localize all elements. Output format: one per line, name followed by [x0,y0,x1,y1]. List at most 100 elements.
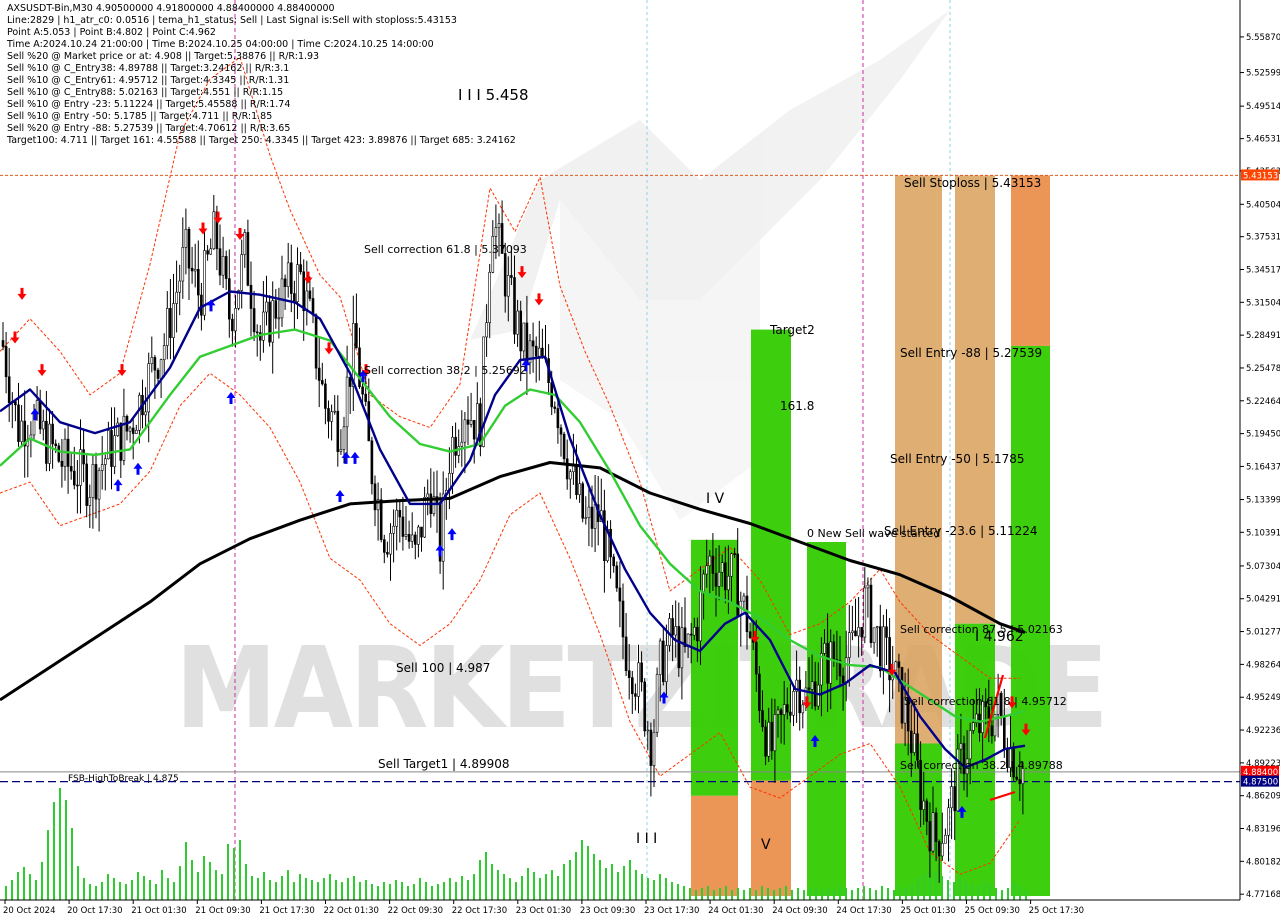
volume-bar [731,890,733,900]
candle-body [1,340,5,347]
volume-bar [953,882,955,900]
volume-bar [113,878,115,900]
candle-body [45,420,48,464]
volume-bar [881,886,883,900]
volume-bar [863,886,865,900]
candle-body [212,211,216,250]
sell-100-label: Sell 100 | 4.987 [396,661,490,675]
volume-bar [137,872,139,900]
candle-body [119,422,123,461]
volume-bar [923,874,925,900]
candle-body [854,630,857,637]
volume-bar [443,882,445,900]
candle-body [407,534,411,542]
volume-bar [935,872,937,900]
candle-body [646,729,650,732]
candle-body [652,731,656,766]
candle-body [692,626,696,636]
candle-body [169,308,172,338]
candle-body [537,347,541,357]
info-line-points: Point A:5.053 | Point B:4.802 | Point C:… [7,27,216,38]
candle-body [175,291,178,304]
volume-bar [917,878,919,900]
volume-bar [269,880,271,900]
candle-body [506,275,510,297]
volume-bar [905,888,907,900]
candle-body [770,721,774,752]
volume-bar [911,884,913,900]
candle-body [420,526,423,538]
candle-body [249,284,253,309]
volume-bar [617,872,619,900]
candle-body [792,691,795,716]
volume-bar [185,842,187,900]
candle-body [231,318,234,332]
volume-bar [149,880,151,900]
candle-body [779,709,783,716]
volume-bar [575,852,577,900]
volume-bar [143,876,145,900]
volume-bar [743,890,745,900]
y-tick-label: 5.16437 [1246,462,1280,472]
volume-bar [827,888,829,900]
volume-bar [245,864,247,900]
zone-9 [1011,175,1050,346]
candle-body [299,264,302,273]
target2-label: Target2 [769,323,815,337]
candle-body [782,704,786,716]
volume-bar [833,890,835,900]
candle-body [91,464,95,498]
volume-bar [479,860,481,900]
candle-body [184,228,188,248]
candle-body [379,499,383,540]
y-tick-label: 5.25478 [1246,364,1280,374]
candle-body [519,310,523,352]
candle-body [308,290,312,299]
volume-bar [671,882,673,900]
candle-body [727,575,730,591]
info-line-status: Line:2829 | h1_atr_c0: 0.0516 | tema_h1_… [7,15,457,26]
candle-body [928,821,932,852]
x-tick-label: 25 Oct 01:30 [900,906,955,916]
candle-body [823,643,826,654]
candle-body [531,340,535,347]
candle-body [404,534,408,537]
candle-body [370,440,374,485]
candle-body [48,423,51,464]
candle-body [69,466,73,472]
candle-body [847,632,851,658]
volume-bar [425,882,427,900]
candle-body [320,380,324,385]
candle-body [1015,776,1019,780]
volume-bar [965,882,967,900]
candle-body [922,800,926,810]
candle-body [677,626,681,669]
candle-body [621,600,625,638]
info-line-entry-88: Sell %20 @ Entry -88: 5.27539 || Target:… [7,123,291,134]
candle-body [699,591,702,642]
candle-body [218,248,222,276]
volume-bar [599,860,601,900]
candle-body [1002,716,1006,750]
candle-body [262,311,265,341]
candle-body [240,254,243,291]
wave-label-3-low: I I I [636,831,657,847]
zone-3 [751,780,791,896]
candle-body [971,722,975,731]
candle-body [590,506,594,529]
volume-bar [179,866,181,900]
candle-body [593,504,597,529]
volume-bar [257,878,259,900]
candle-body [60,460,64,467]
candle-body [88,497,92,506]
candle-body [454,436,457,456]
candle-body [355,323,358,349]
candle-body [463,419,467,443]
candle-body [510,275,513,278]
candle-body [810,681,814,690]
candle-body [314,314,318,369]
y-tick-label: 5.46531 [1246,135,1280,145]
price-axis: 5.558705.525995.495145.465315.435635.405… [1239,0,1280,900]
info-line-market: Sell %20 @ Market price or at: 4.908 || … [7,51,320,62]
volume-bar [767,888,769,900]
